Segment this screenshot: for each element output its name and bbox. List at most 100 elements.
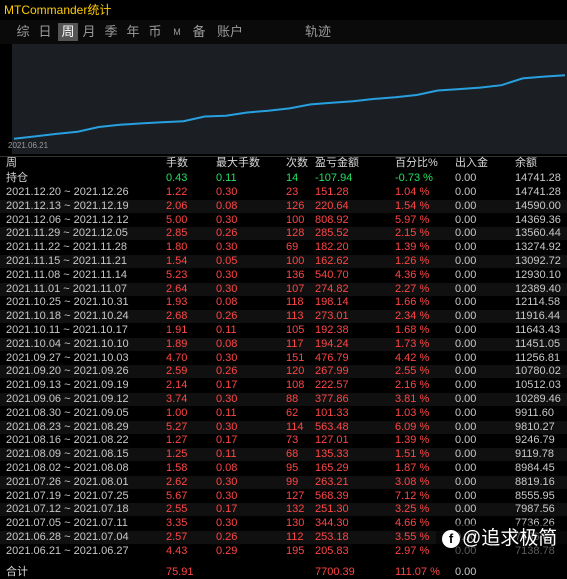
table-row[interactable]: 2021.10.04 ~ 2021.10.10 1.89 0.08 117 194.24… [0,337,567,351]
row-flow: 0.00 [455,324,477,336]
table-row[interactable]: 2021.10.18 ~ 2021.10.24 2.68 0.26 113 273.01… [0,310,567,324]
table-row[interactable]: 2021.08.30 ~ 2021.09.05 1.00 0.11 62 101.33 1… [0,407,567,420]
tab-trajectory[interactable]: 轨迹 [304,23,332,41]
table-row[interactable]: 2021.07.26 ~ 2021.08.01 2.62 0.30 99 263.21 3… [0,475,567,489]
tab-month[interactable]: 月 [82,23,96,41]
row-count: 130 [286,517,305,530]
table-row[interactable]: 2021.07.12 ~ 2021.07.18 2.55 0.17 132 251.30… [0,503,567,517]
row-pnl: 476.79 [315,351,349,364]
row-pct: 1.73 % [395,337,430,350]
row-period: 2021.08.09 ~ 2021.08.15 [6,448,129,461]
tab-day[interactable]: 日 [38,23,52,41]
row-balance: 14369.36 [515,213,561,226]
row-period: 2021.09.13 ~ 2021.09.19 [6,379,129,392]
row-pct: 1.68 % [395,324,430,336]
row-period: 2021.07.12 ~ 2021.07.18 [6,503,129,516]
row-lots: 3.74 [166,393,188,405]
row-flow: 0.00 [455,213,477,226]
tab-week[interactable]: 周 [58,23,78,41]
tab-m[interactable]: M [170,23,184,41]
col-flow-header: 出入金 [455,157,488,169]
row-max-lots: 0.30 [216,420,238,433]
tab-overview[interactable]: 综 [16,23,30,41]
tab-quarter[interactable]: 季 [104,23,118,41]
table-row[interactable]: 2021.09.06 ~ 2021.09.12 3.74 0.30 88 377.86 3… [0,393,567,406]
table-row[interactable]: 2021.10.11 ~ 2021.10.17 1.91 0.11 105 192.38… [0,324,567,337]
row-pct: 2.16 % [395,379,430,392]
row-count: 151 [286,351,305,364]
row-period: 2021.06.28 ~ 2021.07.04 [6,531,129,543]
position-row[interactable]: 持仓 0.43 0.11 14 -107.94 -0.73 % 0.00 147… [0,172,567,185]
row-flow: 0.00 [455,475,477,488]
row-max-lots: 0.17 [216,379,238,392]
row-period: 2021.10.04 ~ 2021.10.10 [6,337,129,350]
table-row[interactable]: 2021.07.19 ~ 2021.07.25 5.67 0.30 127 568.39… [0,490,567,503]
table-row[interactable]: 2021.08.23 ~ 2021.08.29 5.27 0.30 114 563.48… [0,420,567,434]
row-lots: 4.43 [166,544,188,557]
row-balance: 9246.79 [515,434,555,447]
row-pct: 3.55 % [395,531,430,543]
row-lots: 1.27 [166,434,188,447]
row-pnl: 162.62 [315,255,349,267]
table-row[interactable]: 2021.11.29 ~ 2021.12.05 2.85 0.26 128 285.52… [0,227,567,241]
row-count: 195 [286,544,305,557]
table-row[interactable]: 2021.09.20 ~ 2021.09.26 2.59 0.26 120 267.99… [0,365,567,379]
row-max-lots: 0.30 [216,213,238,226]
facebook-icon: f [442,529,460,548]
table-row[interactable]: 2021.08.02 ~ 2021.08.08 1.58 0.08 95 165.29 1… [0,462,567,475]
row-flow: 0.00 [455,434,477,447]
row-pct: 6.09 % [395,420,430,433]
row-count: 127 [286,489,305,502]
tab-account[interactable]: 账户 [216,23,244,41]
tab-note[interactable]: 备 [192,23,206,41]
row-pnl: 151.28 [315,186,349,198]
row-lots: 4.70 [166,351,188,364]
table-row[interactable]: 2021.11.22 ~ 2021.11.28 1.80 0.30 69 182.20 1… [0,241,567,254]
col-count-header: 次数 [286,157,308,169]
table-row[interactable]: 2021.09.13 ~ 2021.09.19 2.14 0.17 108 222.57… [0,379,567,392]
row-pnl: 182.20 [315,241,349,254]
row-pnl: 198.14 [315,296,349,309]
row-lots: 1.80 [166,241,188,254]
row-pnl: 205.83 [315,544,349,557]
table-row[interactable]: 2021.11.08 ~ 2021.11.14 5.23 0.30 136 540.70… [0,269,567,282]
table-row[interactable]: 2021.09.27 ~ 2021.10.03 4.70 0.30 151 476.79… [0,352,567,365]
table-row[interactable]: 2021.08.16 ~ 2021.08.22 1.27 0.17 73 127.01 1… [0,434,567,447]
row-max-lots: 0.11 [216,324,237,336]
row-max-lots: 0.17 [216,503,238,516]
row-period: 2021.10.18 ~ 2021.10.24 [6,310,129,323]
table-row[interactable]: 2021.12.06 ~ 2021.12.12 5.00 0.30 100 808.92… [0,214,567,227]
row-max-lots: 0.30 [216,268,238,281]
row-period: 2021.11.29 ~ 2021.12.05 [6,227,128,240]
row-period: 2021.10.11 ~ 2021.10.17 [6,324,128,336]
tab-symbol[interactable]: 币 [148,23,162,41]
table-row[interactable]: 2021.10.25 ~ 2021.10.31 1.93 0.08 118 198.14… [0,296,567,309]
row-pct: 2.97 % [395,544,430,557]
row-period: 2021.08.16 ~ 2021.08.22 [6,434,129,447]
row-flow: 0.00 [455,255,477,267]
row-pnl: 808.92 [315,213,349,226]
table-row[interactable]: 2021.08.09 ~ 2021.08.15 1.25 0.11 68 135.33 1… [0,448,567,462]
row-count: 120 [286,365,305,378]
table-row[interactable]: 2021.11.01 ~ 2021.11.07 2.64 0.30 107 274.82… [0,282,567,296]
position-pnl: -107.94 [315,172,353,184]
table-row[interactable]: 2021.12.20 ~ 2021.12.26 1.22 0.30 23 151.28 1… [0,186,567,199]
table-row[interactable]: 2021.11.15 ~ 2021.11.21 1.54 0.05 100 162.62… [0,255,567,268]
row-flow: 0.00 [455,379,477,392]
row-flow: 0.00 [455,489,477,502]
total-row: 合计 75.91 7700.39 111.07 % 0.00 [0,566,567,579]
row-balance: 8555.95 [515,489,555,502]
row-flow: 0.00 [455,282,477,295]
row-balance: 9911.60 [515,406,554,419]
row-count: 112 [286,531,304,543]
position-flow: 0.00 [455,172,477,184]
row-count: 100 [286,213,305,226]
table-row[interactable]: 2021.12.13 ~ 2021.12.19 2.06 0.08 126 220.64… [0,199,567,213]
tab-year[interactable]: 年 [126,23,140,41]
total-pct: 111.07 % [395,566,440,578]
row-lots: 2.62 [166,475,188,488]
row-lots: 5.00 [166,213,188,226]
row-count: 62 [286,406,299,419]
row-period: 2021.08.23 ~ 2021.08.29 [6,420,129,433]
row-flow: 0.00 [455,406,477,419]
